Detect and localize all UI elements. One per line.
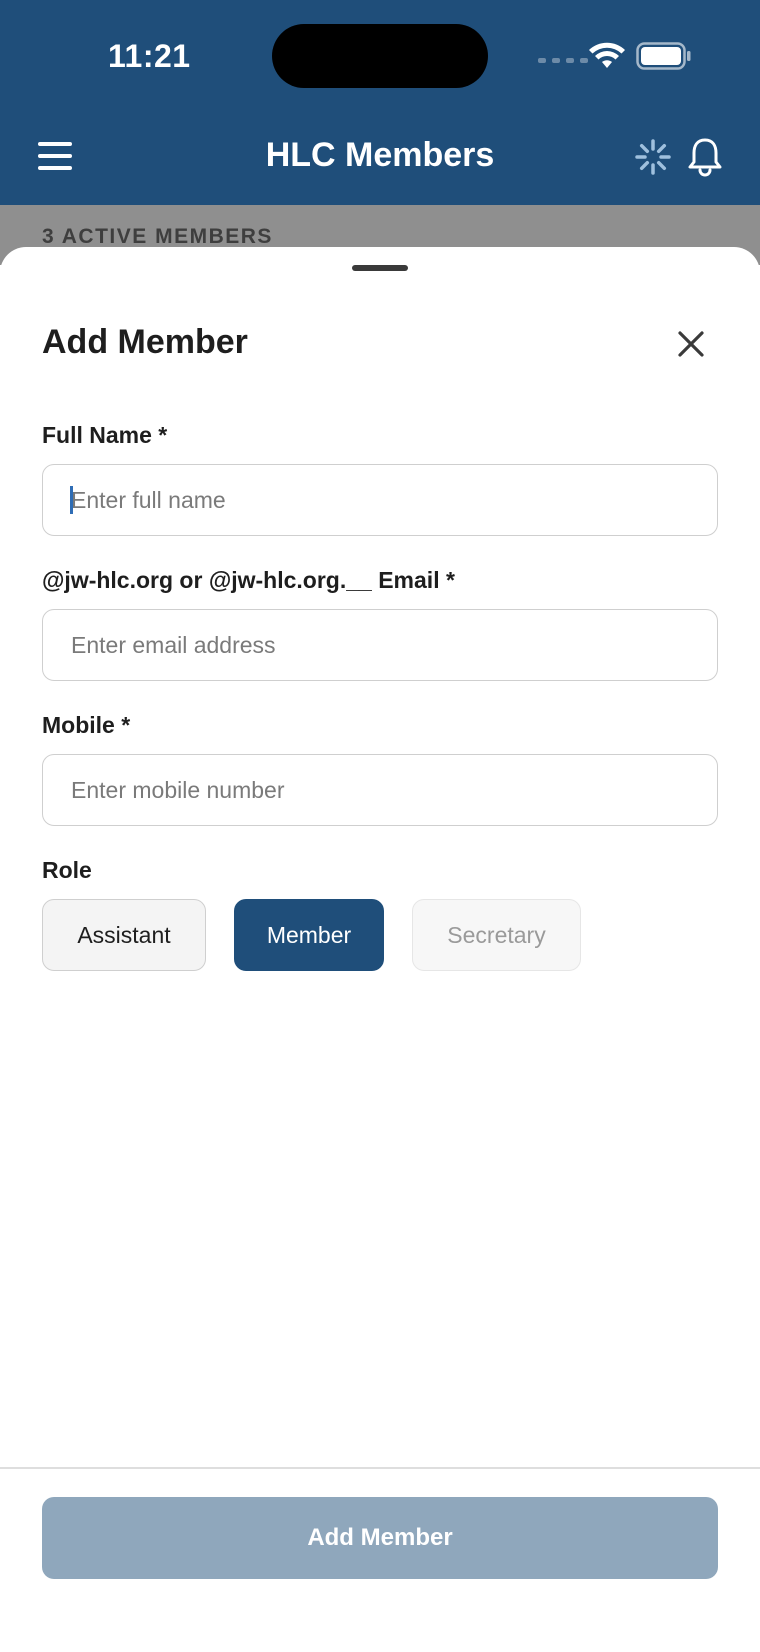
active-members-count: 3 ACTIVE MEMBERS (42, 225, 273, 248)
full-name-label: Full Name * (42, 422, 168, 448)
add-member-sheet: Add Member Full Name * @jw-hlc.org or @j… (0, 247, 760, 1652)
email-input[interactable] (42, 609, 718, 681)
status-bar: 11:21 (0, 0, 760, 110)
nav-bar: HLC Members (0, 118, 760, 196)
mobile-input[interactable] (42, 754, 718, 826)
dynamic-island (272, 24, 488, 88)
footer-divider (0, 1467, 760, 1469)
role-assistant-button[interactable]: Assistant (42, 899, 206, 971)
full-name-input[interactable] (42, 464, 718, 536)
status-time: 11:21 (108, 38, 191, 74)
spinner-icon (635, 139, 671, 175)
add-member-button[interactable]: Add Member (42, 1497, 718, 1579)
sheet-grabber[interactable] (352, 265, 408, 271)
battery-icon (636, 42, 691, 70)
email-label: @jw-hlc.org or @jw-hlc.org.__ Email * (42, 567, 455, 593)
role-label: Role (42, 857, 92, 883)
wifi-icon (589, 42, 625, 68)
app-header: 11:21 HLC Members (0, 0, 760, 205)
close-icon[interactable] (674, 327, 708, 361)
bell-icon[interactable] (686, 136, 724, 178)
text-cursor (70, 486, 73, 514)
cellular-signal-icon (538, 58, 588, 63)
role-member-button[interactable]: Member (234, 899, 384, 971)
sheet-title: Add Member (42, 323, 248, 361)
mobile-label: Mobile * (42, 712, 131, 738)
role-secretary-button[interactable]: Secretary (412, 899, 581, 971)
